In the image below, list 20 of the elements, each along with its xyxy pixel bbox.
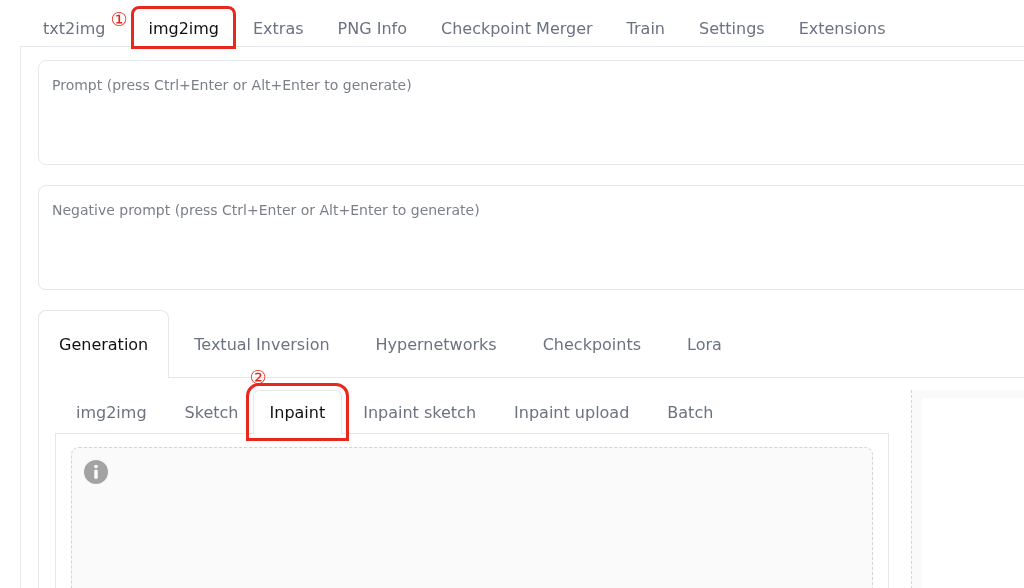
mode-tab[interactable]: Inpaint sketch [346,390,494,434]
main-tab[interactable]: PNG Info [322,8,422,47]
section-tab[interactable]: Generation [38,310,170,378]
main-tab[interactable]: Settings [684,8,780,47]
main-tab[interactable]: Extensions [783,8,901,47]
negative-prompt-field[interactable]: Negative prompt (press Ctrl+Enter or Alt+Enter to generate) [38,185,1024,290]
main-tab[interactable]: Checkpoint Merger [425,8,608,47]
mode-tab[interactable]: Inpaint upload [497,390,647,434]
info-icon[interactable] [84,460,108,484]
mode-tab[interactable]: Batch [650,390,731,434]
prompt-field[interactable]: Prompt (press Ctrl+Enter or Alt+Enter to generate) [38,60,1024,165]
section-tab[interactable]: Hypernetworks [354,310,518,378]
callout-number: ② [249,368,267,388]
main-tab[interactable]: Train [611,8,680,47]
section-tab[interactable]: Checkpoints [521,310,663,378]
main-tab[interactable]: Extras [238,8,319,47]
section-tab[interactable]: Lora [666,310,743,378]
mode-tab[interactable]: img2img [59,390,164,434]
main-tab[interactable]: img2img [133,8,234,47]
callout-number: ① [110,10,128,30]
